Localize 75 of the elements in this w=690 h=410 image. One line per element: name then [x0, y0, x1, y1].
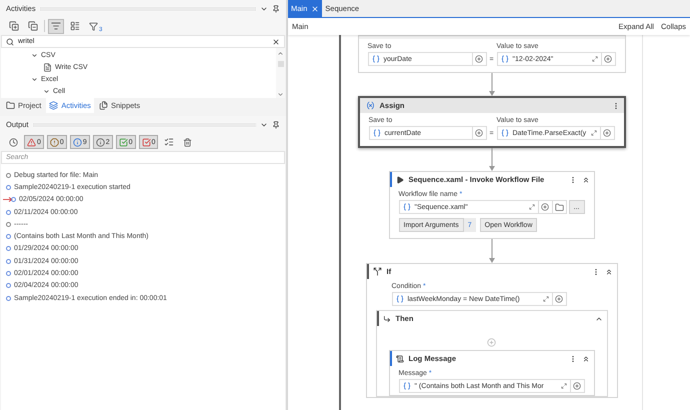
chevron-down-icon[interactable]	[43, 88, 50, 94]
braces-icon	[402, 203, 410, 211]
braces-icon	[500, 129, 508, 137]
trace-icon	[96, 138, 105, 146]
collapse-icon[interactable]	[582, 176, 590, 184]
braces-icon	[372, 129, 380, 137]
add-button[interactable]	[602, 52, 616, 66]
snippets-icon	[98, 101, 108, 110]
checklist-icon	[164, 137, 174, 147]
filter-list-button[interactable]	[48, 18, 64, 34]
branch-icon	[372, 267, 382, 276]
status-dot	[6, 234, 11, 240]
chevron-down-icon[interactable]	[31, 76, 38, 82]
variable-icon	[366, 101, 374, 110]
status-dot	[11, 197, 16, 202]
success-icon	[118, 138, 128, 146]
status-dot	[6, 246, 11, 252]
plus-icon	[475, 55, 483, 63]
failure-icon	[142, 138, 151, 146]
collapse-icon[interactable]	[582, 354, 590, 362]
scroll-down-icon[interactable]	[277, 91, 284, 98]
search-icon	[6, 38, 14, 46]
expand-all-icon	[9, 21, 19, 31]
status-dot	[6, 222, 11, 227]
add-button[interactable]	[538, 200, 553, 214]
braces-icon	[500, 55, 508, 63]
pin-icon[interactable]	[272, 4, 280, 12]
add-button[interactable]	[552, 292, 566, 306]
plus-icon	[604, 55, 612, 63]
add-button[interactable]	[570, 379, 584, 393]
error-icon	[27, 138, 36, 146]
connector-arrow	[488, 239, 494, 263]
trash-icon	[183, 138, 192, 146]
info-icon	[72, 138, 82, 146]
filter-icon	[89, 22, 98, 30]
log-icon	[396, 354, 404, 362]
scroll-thumb[interactable]	[278, 61, 284, 67]
branch-arrow-icon	[382, 314, 390, 322]
folder-icon	[554, 202, 564, 212]
activities-icon	[49, 101, 58, 110]
folder-button[interactable]	[552, 200, 567, 214]
plus-icon	[475, 129, 483, 137]
status-dot	[6, 184, 11, 190]
braces-icon	[396, 295, 404, 303]
status-dot	[6, 283, 11, 288]
collapse-all-icon	[28, 21, 38, 31]
scroll-up-icon[interactable]	[277, 50, 284, 57]
clear-icon[interactable]	[272, 38, 280, 46]
status-dot	[6, 172, 11, 178]
filter-list-icon	[51, 21, 61, 31]
clock-icon	[9, 138, 18, 146]
play-icon	[396, 176, 404, 184]
plus-icon	[541, 203, 550, 211]
warning-icon	[50, 138, 59, 146]
status-dot	[6, 210, 11, 215]
status-dot	[6, 296, 11, 301]
status-dot	[6, 271, 11, 276]
plus-icon	[603, 129, 611, 137]
add-button[interactable]	[472, 52, 486, 66]
plus-icon	[573, 382, 581, 390]
plus-icon	[555, 295, 563, 303]
connector-arrow	[488, 148, 494, 171]
folder-icon	[6, 101, 15, 110]
file-icon	[43, 62, 52, 72]
braces-icon	[402, 382, 410, 390]
braces-icon	[372, 55, 380, 63]
add-button[interactable]	[600, 126, 614, 140]
add-button[interactable]	[472, 126, 486, 140]
connector-arrow	[488, 73, 494, 96]
pin-icon[interactable]	[272, 120, 280, 128]
collapse-icon[interactable]	[604, 268, 612, 276]
chevron-down-icon[interactable]	[31, 52, 38, 58]
list-view-icon	[70, 21, 80, 31]
close-icon[interactable]	[311, 4, 320, 12]
status-dot	[6, 258, 11, 264]
